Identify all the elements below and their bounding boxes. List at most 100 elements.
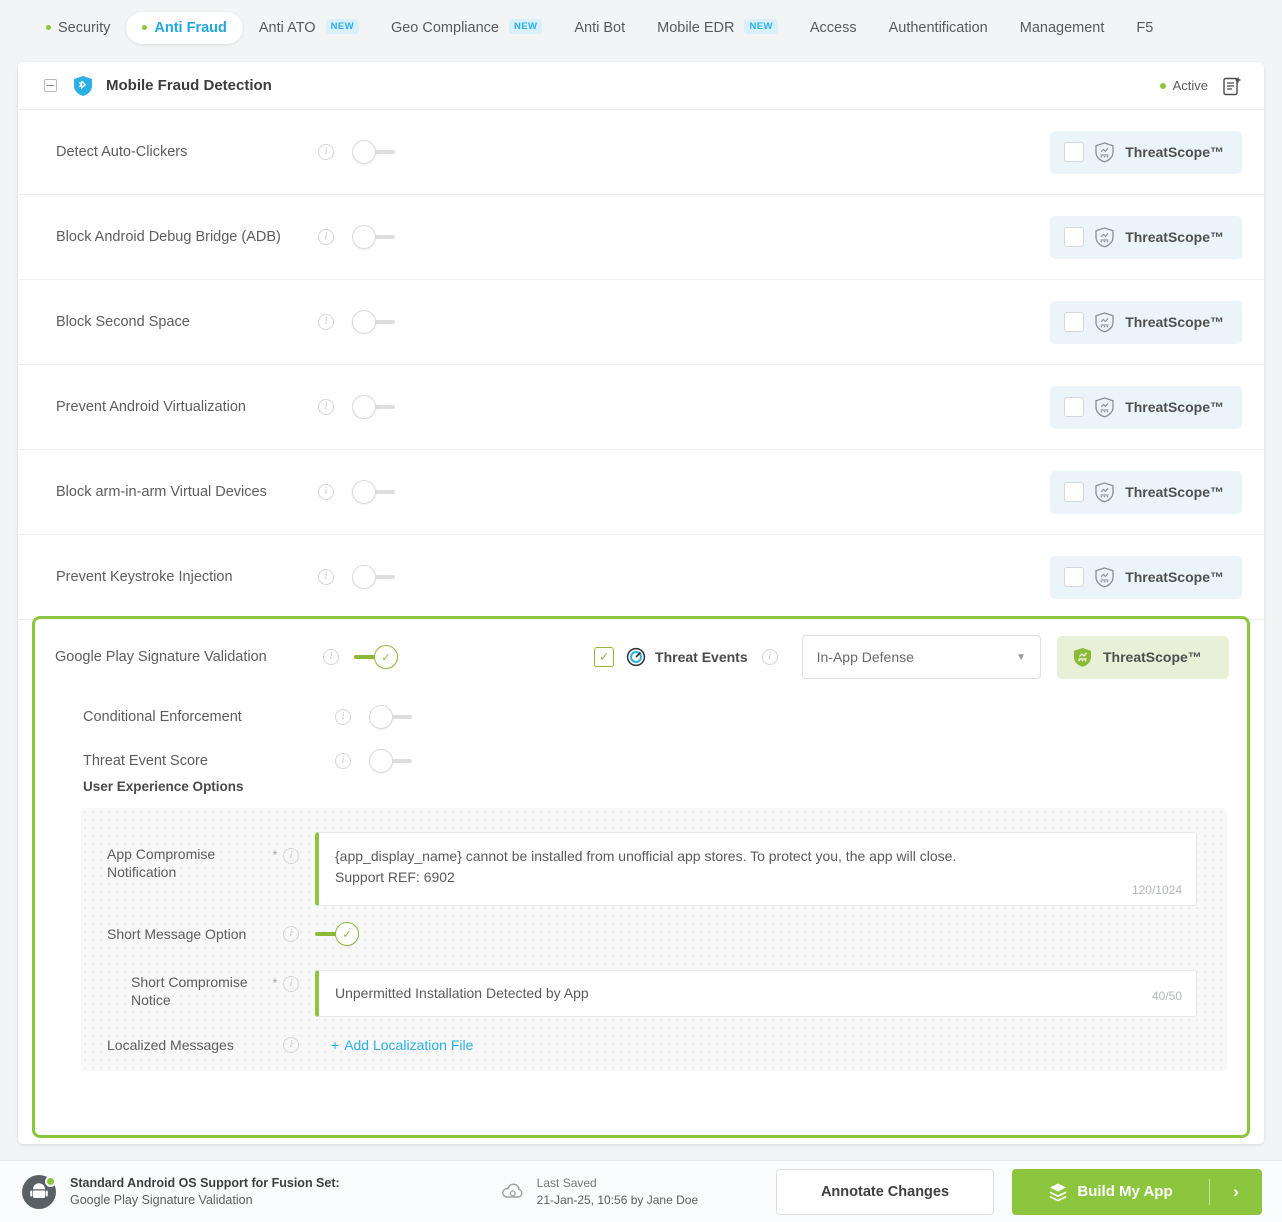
info-icon[interactable]: i — [318, 144, 334, 160]
threatscope-label: ThreatScope™ — [1125, 229, 1224, 245]
feature-label: Prevent Keystroke Injection — [56, 569, 318, 585]
short-message-option-toggle[interactable]: ✓ — [315, 922, 359, 946]
sub-feature-toggle[interactable] — [369, 705, 413, 729]
new-badge: NEW — [509, 19, 542, 34]
status-dot — [1160, 83, 1166, 89]
threatscope-shield-icon — [1095, 142, 1114, 163]
tab-anti-ato[interactable]: Anti ATONEW — [243, 12, 375, 44]
threatscope-checkbox[interactable] — [1064, 312, 1084, 332]
sub-feature-toggle[interactable] — [369, 749, 413, 773]
last-saved-label: Last Saved — [537, 1175, 698, 1191]
plus-icon: + — [331, 1037, 339, 1053]
threatscope-checkbox[interactable] — [1064, 567, 1084, 587]
feature-toggle[interactable] — [352, 310, 396, 334]
threatscope-label: ThreatScope™ — [1125, 399, 1224, 415]
threatscope-shield-icon — [1095, 227, 1114, 248]
tab-management[interactable]: Management — [1004, 12, 1121, 44]
threatscope-badge[interactable]: ThreatScope™ — [1050, 556, 1242, 599]
info-icon[interactable]: i — [283, 1037, 299, 1053]
info-icon[interactable]: i — [318, 484, 334, 500]
defense-mode-dropdown[interactable]: In-App Defense ▼ — [802, 635, 1041, 679]
info-icon[interactable]: i — [323, 649, 339, 665]
mobile-fraud-detection-card: Mobile Fraud Detection Active Detect Aut… — [18, 62, 1264, 1144]
info-icon[interactable]: i — [335, 753, 351, 769]
build-my-app-label: Build My App — [1077, 1183, 1172, 1200]
feature-label: Google Play Signature Validation — [55, 649, 323, 665]
feature-row: Prevent Keystroke Injectioni ThreatScope™ — [18, 535, 1264, 620]
tab-mobile-edr[interactable]: Mobile EDRNEW — [641, 12, 794, 44]
feature-toggle[interactable] — [352, 565, 396, 589]
short-message-option-row: Short Message Option i ✓ — [81, 906, 1227, 946]
fusion-set-title: Standard Android OS Support for Fusion S… — [70, 1175, 340, 1192]
cloud-save-icon — [500, 1179, 526, 1205]
fusion-set-info: Standard Android OS Support for Fusion S… — [70, 1175, 340, 1209]
threatscope-checkbox[interactable] — [1064, 397, 1084, 417]
feature-toggle[interactable] — [352, 140, 396, 164]
feature-label: Block Second Space — [56, 314, 318, 330]
info-icon[interactable]: i — [318, 229, 334, 245]
threatscope-badge[interactable]: ThreatScope™ — [1050, 471, 1242, 514]
feature-toggle[interactable] — [352, 225, 396, 249]
info-icon[interactable]: i — [283, 848, 299, 864]
app-compromise-textarea[interactable]: {app_display_name} cannot be installed f… — [315, 832, 1197, 906]
short-compromise-input[interactable]: Unpermitted Installation Detected by App… — [315, 970, 1197, 1017]
threatscope-checkbox[interactable] — [1064, 142, 1084, 162]
tab-label: Geo Compliance — [391, 20, 499, 36]
threat-events-icon — [626, 647, 646, 667]
threatscope-badge[interactable]: ThreatScope™ — [1050, 216, 1242, 259]
threatscope-checkbox[interactable] — [1064, 227, 1084, 247]
collapse-icon[interactable] — [44, 79, 57, 92]
add-localization-file-link[interactable]: + Add Localization File — [331, 1037, 473, 1053]
feature-toggle[interactable]: ✓ — [354, 645, 398, 669]
localized-messages-label: Localized Messages — [107, 1037, 267, 1053]
tab-geo-compliance[interactable]: Geo Compliance NEW — [375, 12, 558, 44]
tab-label: Anti ATO — [259, 20, 316, 36]
info-icon[interactable]: i — [283, 976, 299, 992]
feature-label: Block Android Debug Bridge (ADB) — [56, 229, 318, 245]
threat-events-checkbox[interactable]: ✓ — [594, 647, 614, 667]
tab-authentification[interactable]: Authentification — [873, 12, 1004, 44]
threatscope-shield-icon — [1073, 647, 1092, 668]
sub-feature-row: Conditional Enforcementi — [35, 695, 1247, 739]
app-compromise-label: App Compromise Notification — [107, 832, 267, 882]
tab-anti-fraud[interactable]: Anti Fraud — [126, 12, 243, 44]
chevron-right-icon[interactable]: › — [1210, 1182, 1262, 1202]
tab-anti-bot[interactable]: Anti Bot — [558, 12, 641, 44]
threatscope-badge[interactable]: ThreatScope™ — [1050, 301, 1242, 344]
last-saved-info: Last Saved 21-Jan-25, 10:56 by Jane Doe — [500, 1175, 698, 1207]
tab-security[interactable]: Security — [30, 12, 126, 44]
feature-toggle[interactable] — [352, 395, 396, 419]
short-compromise-label: Short Compromise Notice — [131, 970, 267, 1010]
tab-label: Access — [810, 20, 857, 36]
feature-label: Block arm-in-arm Virtual Devices — [56, 484, 318, 500]
top-tab-bar: SecurityAnti FraudAnti ATONEWGeo Complia… — [0, 0, 1282, 55]
tab-access[interactable]: Access — [794, 12, 873, 44]
info-icon[interactable]: i — [335, 709, 351, 725]
info-icon[interactable]: i — [318, 569, 334, 585]
tab-f5[interactable]: F5 — [1120, 12, 1169, 44]
required-marker: * — [267, 970, 283, 990]
threatscope-checkbox[interactable] — [1064, 482, 1084, 502]
sub-feature-row: Threat Event Scorei — [35, 739, 1247, 783]
build-my-app-button[interactable]: Build My App › — [1012, 1169, 1262, 1215]
feature-label: Detect Auto-Clickers — [56, 144, 318, 160]
annotate-changes-button[interactable]: Annotate Changes — [776, 1169, 994, 1215]
build-icon — [1048, 1182, 1068, 1202]
android-icon — [22, 1175, 56, 1209]
threat-events-info-icon[interactable]: i — [762, 649, 778, 665]
status-label: Active — [1173, 78, 1208, 93]
threatscope-badge[interactable]: ThreatScope™ — [1050, 131, 1242, 174]
threatscope-shield-icon — [1095, 312, 1114, 333]
info-icon[interactable]: i — [318, 399, 334, 415]
threatscope-shield-icon — [1095, 567, 1114, 588]
tab-label: F5 — [1136, 20, 1153, 36]
feature-row: Detect Auto-Clickersi ThreatScope™ — [18, 110, 1264, 195]
feature-toggle[interactable] — [352, 480, 396, 504]
info-icon[interactable]: i — [283, 926, 299, 942]
info-icon[interactable]: i — [318, 314, 334, 330]
threat-events-label: Threat Events — [655, 649, 748, 665]
add-note-icon[interactable] — [1223, 76, 1242, 96]
threatscope-badge-active[interactable]: ThreatScope™ — [1057, 636, 1229, 679]
sub-feature-label: Threat Event Score — [83, 753, 335, 769]
threatscope-badge[interactable]: ThreatScope™ — [1050, 386, 1242, 429]
